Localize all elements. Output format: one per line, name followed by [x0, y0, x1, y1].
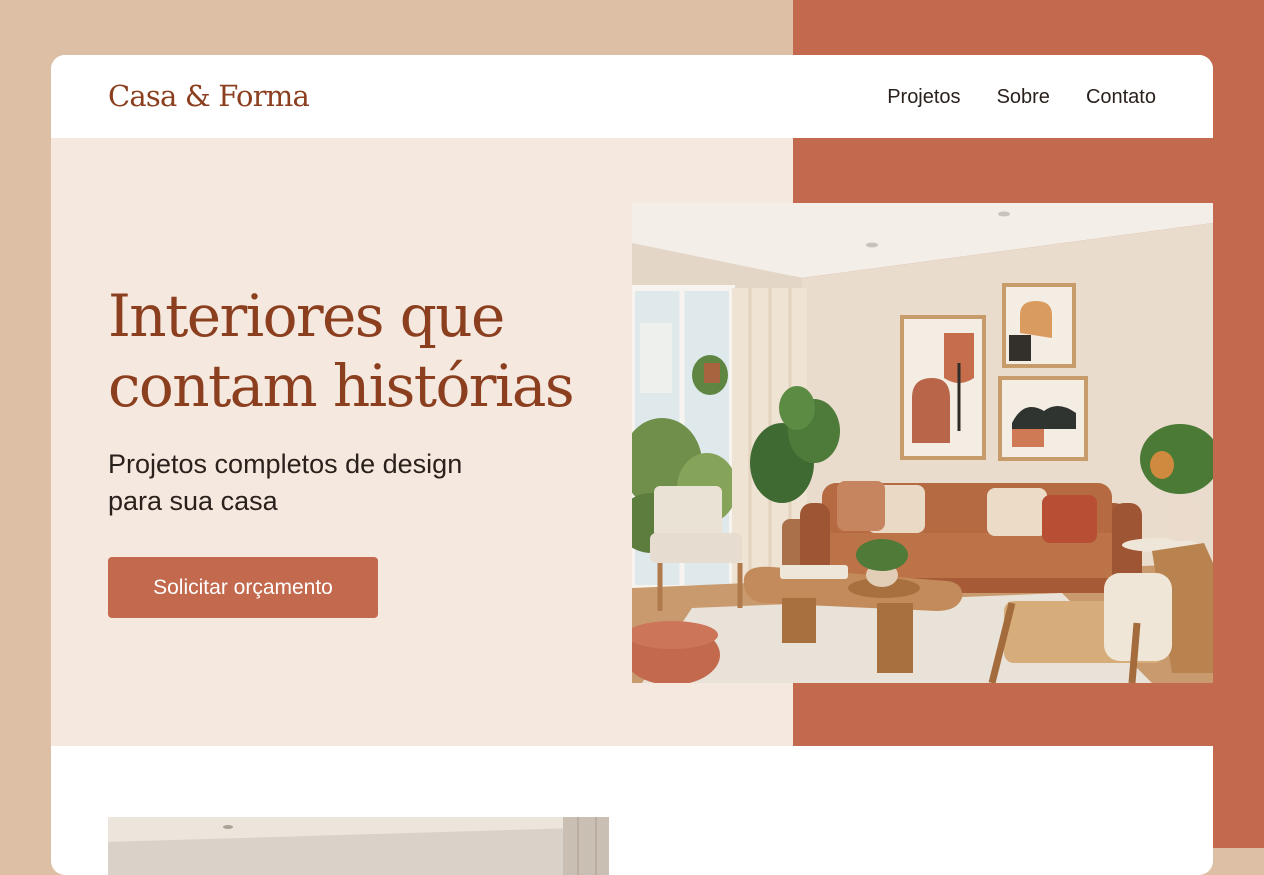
hero-title-line-2: contam histórias [108, 352, 575, 420]
nav-sobre[interactable]: Sobre [997, 86, 1050, 109]
hero-title-line-1: Interiores que [108, 282, 505, 350]
request-quote-button[interactable]: Solicitar orçamento [108, 557, 378, 618]
hero-subtitle-line-1: Projetos completos de design [108, 449, 463, 479]
nav-projetos[interactable]: Projetos [887, 86, 960, 109]
site-header: Casa & Forma Projetos Sobre Contato [51, 55, 1213, 138]
main-nav: Projetos Sobre Contato [887, 86, 1156, 109]
nav-contato[interactable]: Contato [1086, 86, 1156, 109]
living-room-photo [632, 203, 1213, 683]
hero-subtitle-line-2: para sua casa [108, 486, 278, 516]
hero-subtitle: Projetos completos de design para sua ca… [108, 446, 528, 520]
brand-logo[interactable]: Casa & Forma [108, 79, 310, 113]
website-card: Casa & Forma Projetos Sobre Contato Inte… [51, 55, 1213, 875]
interior-photo [108, 817, 609, 875]
hero-title: Interiores que contam histórias [108, 281, 668, 421]
